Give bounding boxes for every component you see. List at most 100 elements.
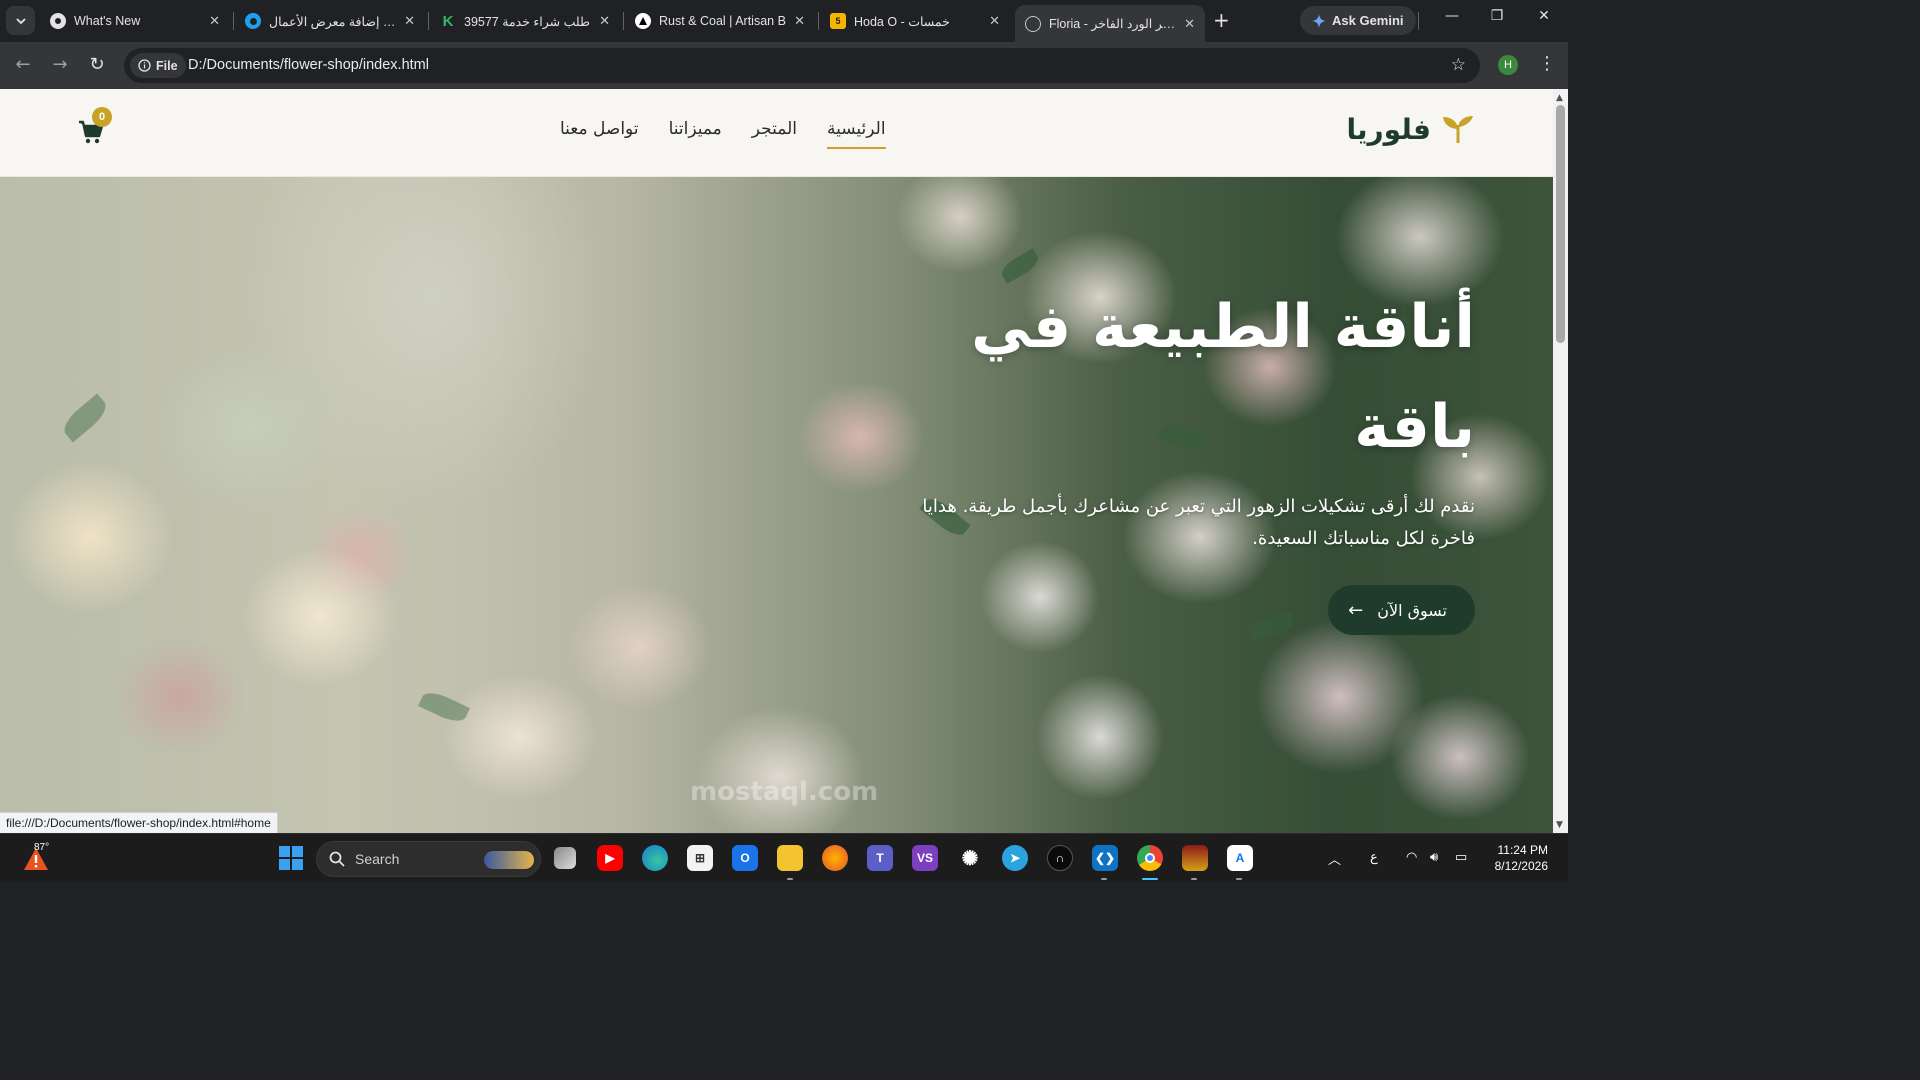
leaf-sprout-icon [1443, 115, 1473, 143]
close-icon[interactable]: ✕ [209, 13, 220, 29]
tab-title: Floria - متجر الورد الفاخر [1049, 17, 1177, 31]
logo-text: فلوريا [1346, 113, 1431, 146]
ask-gemini-button[interactable]: Ask Gemini [1300, 6, 1416, 35]
site-logo[interactable]: فلوريا [1347, 113, 1475, 146]
scroll-up-arrow-icon[interactable]: ▲ [1556, 93, 1563, 103]
chrome-menu-icon[interactable]: ⋮ [1538, 53, 1556, 74]
close-icon[interactable]: ✕ [794, 13, 805, 29]
chatgpt-icon[interactable]: ✺ [957, 845, 983, 871]
system-clock[interactable]: 11:24 PM 8/12/2026 [1495, 842, 1548, 874]
search-highlight-image [484, 851, 534, 869]
shop-now-button[interactable]: تسوق الآن ← [1328, 585, 1475, 635]
page-scrollbar[interactable]: ▲ ▼ [1553, 89, 1568, 833]
running-indicator [1101, 878, 1107, 880]
taskbar-search-box[interactable]: Search [316, 841, 541, 877]
ask-gemini-label: Ask Gemini [1332, 13, 1404, 28]
close-icon[interactable]: ✕ [1184, 16, 1195, 32]
tab-title: إضافة معرض الأعمال | ... [269, 14, 396, 29]
close-icon[interactable]: ✕ [989, 13, 1000, 29]
restore-button[interactable]: ❐ [1485, 8, 1509, 24]
tab-title: طلب شراء خدمة 39577 [464, 14, 590, 29]
site-info-chip[interactable]: File [130, 53, 186, 78]
chevron-down-icon [15, 17, 26, 24]
profile-avatar[interactable]: H [1498, 55, 1518, 75]
minimize-button[interactable]: — [1440, 8, 1464, 24]
clock-date: 8/12/2026 [1494, 859, 1548, 873]
globe-icon [1025, 15, 1041, 32]
app-a-icon[interactable]: A [1227, 845, 1253, 871]
triangle-black-icon [635, 13, 651, 29]
new-tab-button[interactable]: + [1213, 10, 1230, 30]
nav-link-contact[interactable]: تواصل معنا [560, 119, 639, 149]
tab-portfolio[interactable]: إضافة معرض الأعمال | ... ✕ [235, 5, 425, 37]
clock-time: 11:24 PM [1497, 843, 1548, 857]
nav-link-shop[interactable]: المتجر [752, 119, 797, 149]
hero-section: أناقة الطبيعة في باقة نقدم لك أرقى تشكيل… [0, 177, 1553, 833]
winrar-icon[interactable] [1182, 845, 1208, 871]
tab-service-order[interactable]: K طلب شراء خدمة 39577 ✕ [430, 5, 620, 37]
search-icon [329, 851, 345, 867]
tab-title: Hoda O - خمسات [854, 14, 950, 29]
browser-tab-strip: What's New ✕ إضافة معرض الأعمال | ... ✕ … [0, 0, 1568, 42]
close-icon[interactable]: ✕ [404, 13, 415, 29]
youtube-icon[interactable]: ▶ [597, 845, 623, 871]
chrome-taskbar-icon[interactable] [1137, 845, 1163, 871]
visual-studio-icon[interactable]: VS [912, 845, 938, 871]
main-nav: الرئيسية المتجر مميزاتنا تواصل معنا [560, 119, 886, 149]
hero-description: نقدم لك أرقى تشكيلات الزهور التي تعبر عن… [922, 496, 1475, 549]
arrow-left-icon: ← [1348, 599, 1364, 621]
running-indicator-active [1142, 878, 1158, 880]
shop-now-label: تسوق الآن [1377, 600, 1447, 620]
bookmark-star-icon[interactable]: ☆ [1451, 55, 1466, 75]
search-placeholder: Search [355, 851, 400, 867]
battery-icon[interactable]: ▭ [1455, 849, 1467, 865]
running-indicator [787, 878, 793, 880]
wifi-icon[interactable]: ◠ [1406, 849, 1417, 865]
edge-icon[interactable] [642, 845, 668, 871]
microsoft-store-icon[interactable]: ⊞ [687, 845, 713, 871]
windows-taskbar: 87° Search ▶ ⊞ O T VS ✺ ➤ ∩ ❮❯ A ︿ ع ◠ 🔊… [0, 833, 1568, 882]
gemini-sparkle-icon [1312, 13, 1326, 28]
tab-floria-active[interactable]: Floria - متجر الورد الفاخر ✕ [1015, 5, 1205, 42]
info-icon [138, 59, 151, 72]
tab-rust-coal[interactable]: Rust & Coal | Artisan B ✕ [625, 5, 815, 37]
file-explorer-icon[interactable] [777, 845, 803, 871]
scroll-down-arrow-icon[interactable]: ▼ [1556, 820, 1563, 830]
nav-link-features[interactable]: مميزاتنا [669, 119, 722, 149]
nav-link-home[interactable]: الرئيسية [827, 119, 886, 149]
outlook-icon[interactable]: O [732, 845, 758, 871]
tab-title: What's New [74, 14, 141, 28]
telegram-icon[interactable]: ➤ [1002, 845, 1028, 871]
teams-icon[interactable]: T [867, 845, 893, 871]
forward-button[interactable]: → [49, 54, 71, 76]
vscode-icon[interactable]: ❮❯ [1092, 845, 1118, 871]
url-text[interactable]: D:/Documents/flower-shop/index.html [188, 57, 429, 73]
file-chip-label: File [156, 58, 178, 73]
input-language-indicator[interactable]: ع [1370, 849, 1378, 865]
tab-khamsat[interactable]: 5 Hoda O - خمسات ✕ [820, 5, 1010, 37]
volume-icon[interactable]: 🔊︎ [1430, 849, 1438, 865]
running-indicator [1191, 878, 1197, 880]
reload-button[interactable]: ↻ [86, 54, 108, 76]
status-bar-url: file:///D:/Documents/flower-shop/index.h… [0, 812, 278, 833]
back-button[interactable]: ← [12, 54, 34, 76]
tab-whats-new[interactable]: What's New ✕ [40, 5, 230, 37]
scroll-thumb[interactable] [1556, 105, 1565, 343]
hero-content: أناقة الطبيعة في باقة نقدم لك أرقى تشكيل… [855, 277, 1475, 635]
k-green-icon: K [442, 12, 454, 30]
close-icon[interactable]: ✕ [599, 13, 610, 29]
app-dark-icon[interactable]: ∩ [1047, 845, 1073, 871]
weather-temp: 87° [34, 842, 50, 853]
tray-overflow-chevron-icon[interactable]: ︿ [1328, 849, 1341, 868]
windows-start-icon[interactable] [278, 845, 304, 871]
tab-search-button[interactable] [6, 6, 35, 35]
hero-title: أناقة الطبيعة في باقة [971, 292, 1475, 462]
address-bar[interactable]: File D:/Documents/flower-shop/index.html… [124, 48, 1480, 83]
close-window-button[interactable]: ✕ [1532, 8, 1556, 24]
task-view-icon[interactable] [554, 847, 576, 869]
tab-title: Rust & Coal | Artisan B [659, 14, 786, 28]
firefox-icon[interactable] [822, 845, 848, 871]
page-viewport: فلوريا الرئيسية المتجر مميزاتنا تواصل مع… [0, 89, 1553, 833]
running-indicator [1236, 878, 1242, 880]
site-header: فلوريا الرئيسية المتجر مميزاتنا تواصل مع… [0, 89, 1553, 177]
